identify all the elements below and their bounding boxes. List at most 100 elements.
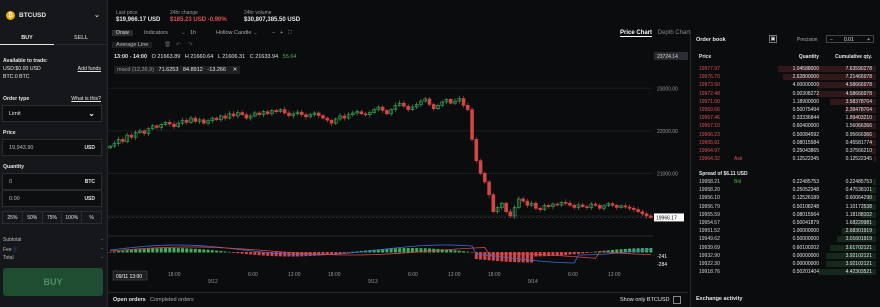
percent-custom-button[interactable]: %: [82, 212, 101, 223]
ask-row[interactable]: 19977.97 1.04588000 7.63590278: [696, 66, 876, 72]
bid-row[interactable]: 19922.30 0.00000000 3.92102121: [696, 261, 876, 267]
candle-body: [568, 202, 572, 206]
candle-type-button[interactable]: Hollow Candle: [216, 30, 251, 36]
order-type-help-link[interactable]: What is this?: [71, 96, 101, 102]
plus-icon[interactable]: +: [867, 37, 870, 43]
volume-value: $30,807,385.50 USD: [244, 17, 301, 23]
ask-row[interactable]: 19967.46 0.33336844 1.89403210: [696, 115, 876, 122]
close-icon[interactable]: ✕: [233, 67, 238, 73]
ask-row[interactable]: 19972.48 0.00308272 4.58666978: [696, 90, 876, 97]
buy-button[interactable]: BUY: [3, 268, 103, 296]
ohlc-low: L 21606.31: [217, 54, 246, 60]
exchange-activity-title: Exchange activity: [696, 296, 743, 302]
macd-bar: [249, 252, 253, 255]
ask-row[interactable]: 19973.50 4.00000000 4.58666978: [696, 82, 876, 89]
ohlc-legend: 13:00 - 14:00 O 21663.89 H 21660.64 L 21…: [114, 54, 296, 60]
row-price: 19965.91: [699, 139, 720, 146]
bid-row[interactable]: 19958.20 0.25052348 0.47538101: [696, 187, 876, 194]
bid-row[interactable]: 19951.52 1.00000000 2.68301919: [696, 228, 876, 235]
draw-button[interactable]: Draw: [112, 30, 133, 36]
macd-bar: [470, 252, 474, 253]
fullscreen-icon[interactable]: ⛶: [288, 30, 292, 37]
change-label: 24hr change: [170, 10, 198, 16]
row-price: 19955.59: [699, 211, 720, 218]
lock-icon[interactable]: ▣: [769, 35, 777, 43]
indicators-button[interactable]: Indicators: [144, 30, 168, 36]
row-price: 19958.20: [699, 187, 720, 194]
percent-100-button[interactable]: 100%: [62, 212, 83, 223]
row-quantity: 0.60400000: [792, 123, 819, 130]
tab-sell[interactable]: SELL: [54, 31, 108, 45]
macd-bar: [402, 248, 406, 253]
change-value: $185.23 USD -0.90%: [170, 17, 227, 23]
candle-body: [316, 112, 321, 116]
tab-open-orders[interactable]: Open orders: [113, 297, 146, 303]
bid-row[interactable]: 19918.76 0.50201404 4.42303521: [696, 269, 876, 276]
minus-icon[interactable]: −: [830, 37, 833, 43]
row-price: 19918.76: [699, 269, 720, 276]
macd-bar: [129, 249, 133, 253]
macd-bar: [215, 250, 219, 253]
row-quantity: 1.00000000: [792, 228, 819, 235]
interval-button[interactable]: 1h: [190, 30, 196, 36]
zoom-in-icon[interactable]: +: [280, 30, 283, 36]
spread-label: Spread of $6.11 USD: [699, 171, 748, 177]
ask-row[interactable]: 19976.70 2.62800000 7.21466978: [696, 74, 876, 81]
ask-row[interactable]: 19964.32 0.12522345 0.12522345 Ask: [696, 156, 876, 163]
quantity-btc-input[interactable]: 0 BTC: [2, 173, 102, 190]
ask-row[interactable]: 19966.23 0.50084592 0.95666366: [696, 131, 876, 138]
bid-row[interactable]: 19932.90 0.00000000 3.92102121: [696, 252, 876, 259]
price-input[interactable]: 19,943.90 USD: [2, 139, 102, 156]
percent-25-button[interactable]: 25%: [3, 212, 23, 223]
ask-row[interactable]: 19969.66 0.50075494 2.39478704: [696, 107, 876, 113]
last-price-value: $19,966.17 USD: [116, 17, 161, 23]
order-book-title: Order book: [696, 37, 726, 43]
symbol-selector[interactable]: ₿ BTCUSD ⌄: [6, 11, 100, 20]
add-funds-link[interactable]: Add funds: [78, 66, 101, 72]
candle-body: [525, 200, 530, 206]
row-cumulative: 1.56066366: [845, 123, 872, 130]
price-chart[interactable]: 23000.0022000.0021000.0020000.0023724.14…: [108, 40, 688, 292]
symbol-name: BTCUSD: [19, 12, 47, 19]
chevron-down-icon: ⌄: [94, 12, 100, 19]
bid-row[interactable]: 19958.21 0.22485753 0.22485753 Bid: [696, 179, 876, 185]
macd-bar: [576, 252, 580, 254]
tab-price-chart[interactable]: Price Chart: [620, 30, 653, 37]
candle-body: [172, 123, 176, 127]
quantity-usd-input[interactable]: 0.00 USD: [2, 190, 102, 207]
candle-body: [636, 209, 640, 213]
zoom-out-icon[interactable]: −: [272, 30, 275, 36]
info-icon[interactable]: ⓘ: [13, 247, 18, 253]
ask-row[interactable]: 19965.91 0.08015584 0.45581774: [696, 139, 876, 146]
volume-stat: 24hr volume $30,807,385.50 USD: [244, 10, 300, 23]
row-price: 19967.10: [699, 123, 720, 130]
show-only-checkbox[interactable]: [673, 296, 681, 304]
precision-stepper[interactable]: − 0.01 +: [826, 35, 874, 43]
bid-row[interactable]: 19949.62 0.50000000 3.01601919: [696, 236, 876, 243]
candle-body: [329, 119, 334, 124]
total-row: Total -: [3, 255, 103, 261]
bid-row[interactable]: 19954.57 0.50041879 1.68229981: [696, 220, 876, 226]
bid-row[interactable]: 19956.79 0.50108248 1.10172538: [696, 203, 876, 210]
candle-body: [627, 206, 632, 209]
tab-buy[interactable]: BUY: [0, 31, 54, 45]
bid-row[interactable]: 19939.69 0.60100202 3.61702121: [696, 244, 876, 251]
candle-body: [342, 115, 347, 119]
ask-row[interactable]: 19964.97 0.25043865 0.37566210: [696, 148, 876, 154]
macd-bar: [649, 248, 653, 253]
row-quantity: 0.50108248: [792, 203, 819, 210]
candle-body: [325, 117, 330, 121]
percent-75-button[interactable]: 75%: [43, 212, 63, 223]
bid-row[interactable]: 19955.59 0.08015564 1.18188102: [696, 211, 876, 218]
ask-row[interactable]: 19967.10 0.60400000 1.56066366: [696, 123, 876, 130]
row-quantity: 0.08015564: [792, 211, 819, 218]
ask-row[interactable]: 19971.00 1.18900000 3.58378704: [696, 98, 876, 105]
percent-50-button[interactable]: 50%: [23, 212, 43, 223]
macd-bar: [253, 252, 257, 255]
bid-row[interactable]: 19956.10 0.12526189 0.60064290: [696, 195, 876, 202]
tab-depth-chart[interactable]: Depth Chart: [658, 30, 690, 36]
order-type-select[interactable]: Limit ⌄: [2, 105, 102, 122]
macd-bar: [453, 250, 457, 253]
tab-completed-orders[interactable]: Completed orders: [150, 297, 194, 303]
macd-bar: [564, 252, 568, 256]
